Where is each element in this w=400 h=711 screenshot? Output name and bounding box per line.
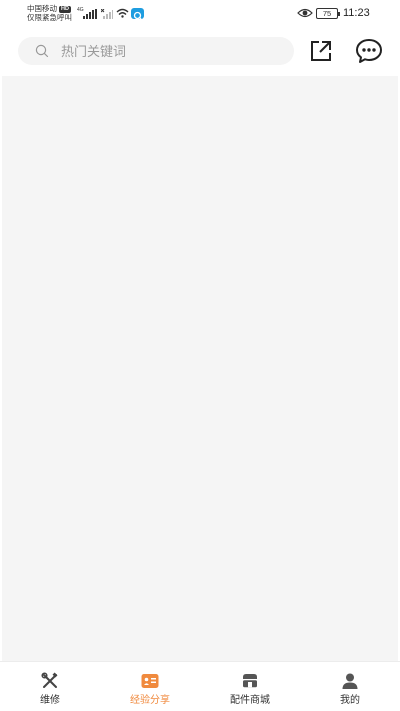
wifi-icon (116, 8, 129, 18)
share-icon[interactable] (309, 39, 333, 63)
tools-icon (41, 672, 58, 688)
status-bar: 中国移动 HD 仅限紧急呼叫 4G 75 11:23 (0, 0, 400, 28)
nav-label: 经验分享 (130, 695, 170, 706)
signal-icon (83, 9, 97, 19)
nav-label: 我的 (340, 695, 360, 706)
carrier-name: 中国移动 (27, 4, 57, 13)
nav-label: 维修 (40, 695, 60, 706)
emergency-only-text: 仅限紧急呼叫 (27, 13, 72, 22)
nav-label: 配件商城 (230, 695, 270, 706)
nav-item-repair[interactable]: 维修 (0, 662, 100, 711)
nav-item-mine[interactable]: 我的 (300, 662, 400, 711)
notification-app-icon (131, 8, 144, 20)
id-card-icon (141, 674, 159, 688)
message-icon[interactable] (355, 38, 383, 64)
signal-secondary-icon (101, 9, 113, 19)
store-icon (243, 674, 257, 688)
battery-indicator: 75 (316, 8, 340, 19)
eye-comfort-icon (297, 8, 313, 18)
search-icon (35, 44, 49, 58)
user-icon (342, 673, 358, 689)
top-header (0, 28, 400, 76)
content-area (2, 76, 398, 661)
nav-item-parts-mall[interactable]: 配件商城 (200, 662, 300, 711)
bottom-navigation: 维修 经验分享 配件商城 我的 (0, 661, 400, 711)
search-input[interactable] (61, 37, 281, 65)
hd-badge: HD (59, 6, 71, 13)
nav-item-experience[interactable]: 经验分享 (100, 662, 200, 711)
search-bar[interactable] (18, 37, 294, 65)
status-time: 11:23 (343, 7, 370, 19)
carrier-info: 中国移动 HD 仅限紧急呼叫 (27, 4, 72, 22)
